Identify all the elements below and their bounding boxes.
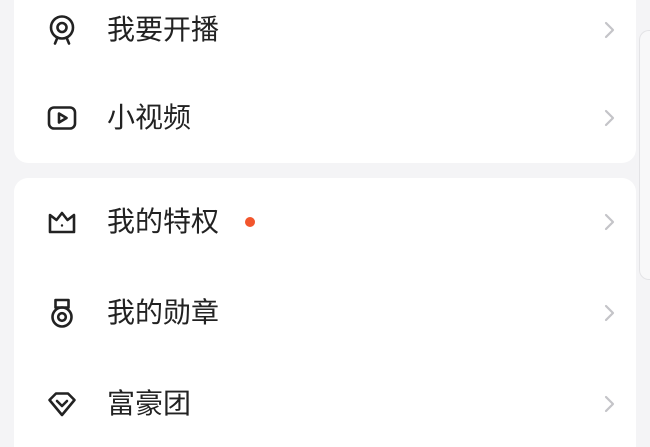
menu-item-go-live[interactable]: 我要开播	[14, 0, 636, 60]
chevron-right-icon	[602, 211, 616, 233]
menu-item-label: 小视频	[107, 102, 192, 133]
menu-item-label: 我的特权	[107, 206, 220, 237]
menu-item-label: 我要开播	[107, 14, 220, 45]
menu-card-primary: 我要开播 小视频	[14, 0, 636, 163]
menu-card-secondary: 我的特权 我的勋章 富豪团	[14, 178, 636, 447]
menu-item-label: 我的勋章	[107, 297, 220, 328]
menu-item-vip-club[interactable]: 富豪团	[14, 360, 636, 447]
chevron-right-icon	[602, 393, 616, 415]
menu-item-label: 富豪团	[107, 387, 192, 419]
play-video-icon	[46, 102, 78, 134]
chevron-right-icon	[602, 107, 616, 129]
chevron-right-icon	[602, 19, 616, 41]
medal-icon	[46, 297, 78, 329]
notification-dot	[245, 217, 256, 227]
menu-item-short-video[interactable]: 小视频	[14, 74, 636, 162]
chevron-right-icon	[602, 302, 616, 324]
diamond-icon	[46, 388, 78, 420]
menu-item-medals[interactable]: 我的勋章	[14, 266, 636, 360]
webcam-icon	[46, 14, 78, 46]
crown-icon	[46, 206, 78, 238]
menu-item-privileges[interactable]: 我的特权	[14, 178, 636, 266]
side-panel-edge[interactable]	[639, 30, 650, 280]
